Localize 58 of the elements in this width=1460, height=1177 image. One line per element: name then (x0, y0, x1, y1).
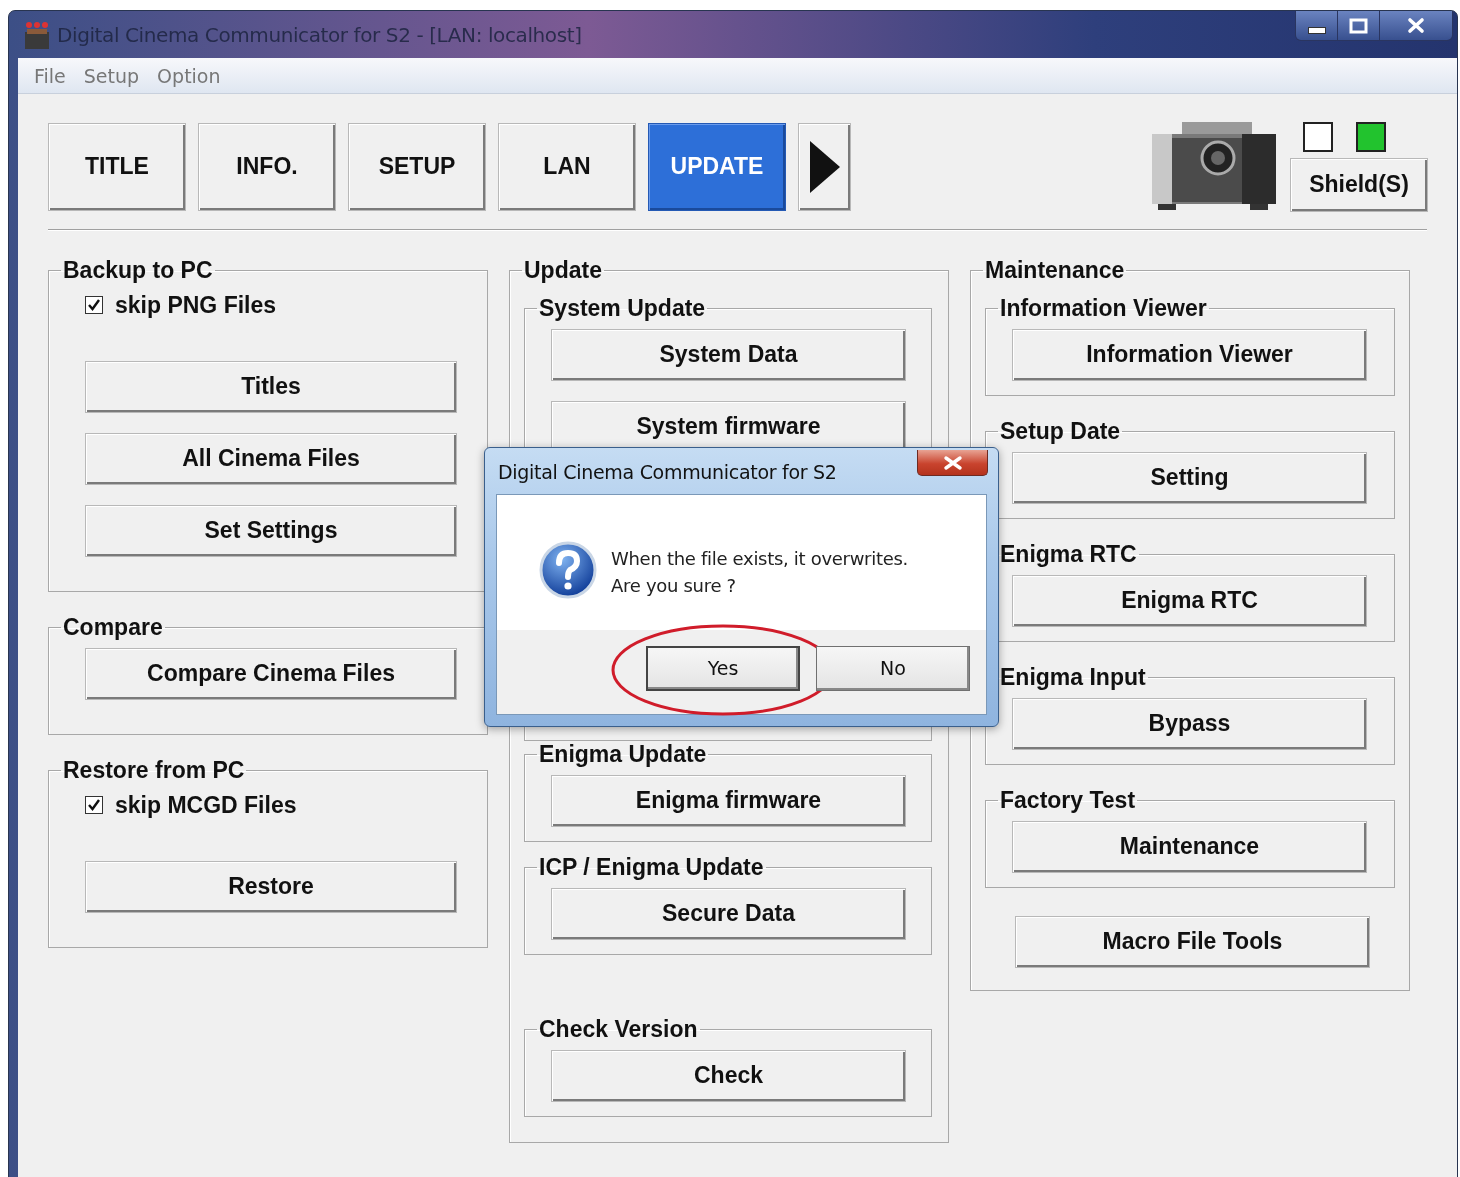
next-button[interactable] (798, 123, 851, 211)
minimize-icon (1307, 27, 1326, 34)
action-button[interactable]: Maintenance (1012, 821, 1367, 873)
action-button[interactable]: Set Settings (85, 505, 457, 557)
dialog-button[interactable]: Yes (646, 645, 800, 691)
group-title: Enigma Update (538, 741, 708, 767)
shield-button[interactable]: Shield(S) (1290, 158, 1428, 212)
window-title: Digital Cinema Communicator for S2 - [LAN: localhost] (57, 22, 582, 47)
group-title: Enigma Input (999, 664, 1147, 690)
menu-item[interactable]: File (26, 64, 74, 87)
action-button[interactable]: Macro File Tools (1015, 916, 1370, 968)
close-button[interactable] (1380, 11, 1452, 40)
dialog-button[interactable]: No (816, 645, 970, 691)
group-title: Update (523, 257, 603, 283)
action-button[interactable]: Restore (85, 861, 457, 913)
action-button[interactable]: Enigma RTC (1012, 575, 1367, 627)
group-title: Enigma RTC (999, 541, 1138, 567)
action-button[interactable]: Enigma firmware (551, 775, 906, 827)
action-button[interactable]: All Cinema Files (85, 433, 457, 485)
dialog-title: Digital Cinema Communicator for S2 (497, 460, 838, 485)
checkbox-label: skip PNG Files (115, 291, 277, 319)
action-button[interactable]: Compare Cinema Files (85, 648, 457, 700)
group-title: System Update (538, 295, 707, 321)
menu-item[interactable]: Setup (75, 64, 148, 87)
action-button[interactable]: Secure Data (551, 888, 906, 940)
play-icon (807, 139, 842, 195)
action-button[interactable]: Information Viewer (1012, 329, 1367, 381)
group-title: Setup Date (999, 418, 1122, 444)
checkbox[interactable] (85, 796, 103, 814)
question-icon (539, 541, 597, 599)
group-title: Factory Test (999, 787, 1137, 813)
group-title: Restore from PC (62, 757, 246, 783)
action-button[interactable]: Check (551, 1050, 906, 1102)
tab[interactable]: UPDATE (648, 123, 786, 211)
close-icon (942, 454, 963, 471)
action-button[interactable]: Bypass (1012, 698, 1367, 750)
tab[interactable]: LAN (498, 123, 636, 211)
group-title: ICP / Enigma Update (538, 854, 765, 880)
checkbox-label: skip MCGD Files (115, 791, 297, 819)
group-title: Check Version (538, 1016, 699, 1042)
group-title: Backup to PC (62, 257, 214, 283)
minimize-button[interactable] (1296, 11, 1338, 40)
action-button[interactable]: Titles (85, 361, 457, 413)
action-button[interactable]: Setting (1012, 452, 1367, 504)
group-title: Compare (62, 614, 164, 640)
close-icon (1407, 17, 1425, 34)
close-button[interactable] (917, 450, 988, 476)
action-button[interactable]: System Data (551, 329, 906, 381)
tab[interactable]: SETUP (348, 123, 486, 211)
dialog-message: When the file exists, it overwrites. Are you sure ? (611, 547, 908, 598)
group-title: Maintenance (984, 257, 1126, 283)
tab[interactable]: TITLE (48, 123, 186, 211)
group-title: Information Viewer (999, 295, 1208, 321)
maximize-icon (1349, 17, 1368, 34)
checkbox[interactable] (85, 296, 103, 314)
maximize-button[interactable] (1338, 11, 1380, 40)
menu-item[interactable]: Option (149, 64, 229, 87)
tab[interactable]: INFO. (198, 123, 336, 211)
